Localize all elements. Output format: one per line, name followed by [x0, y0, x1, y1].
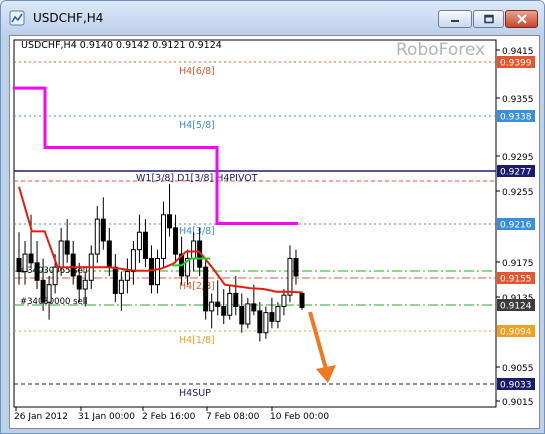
- time-tick-10-feb: 10 Feb 00:00: [270, 412, 329, 422]
- svg-text:0.9094: 0.9094: [500, 328, 532, 338]
- candle: [34, 240, 40, 290]
- chart-area[interactable]: USDCHF,H4 0.9140 0.9142 0.9121 0.9124 Ro…: [9, 35, 540, 429]
- symbol-ohlc-line: USDCHF,H4 0.9140 0.9142 0.9121 0.9124: [21, 40, 222, 51]
- price-tag-0-9124: 0.9124: [497, 299, 535, 312]
- candle: [161, 201, 167, 268]
- candle: [299, 291, 305, 311]
- candle: [239, 293, 245, 333]
- close-button[interactable]: [505, 10, 538, 28]
- candle: [64, 219, 70, 263]
- candle: [154, 249, 160, 294]
- candle: [46, 275, 52, 320]
- candle: [227, 284, 233, 320]
- candle: [142, 219, 148, 268]
- level-label-h4-2-8: H4[2/8]: [179, 281, 215, 292]
- watermark-text: RoboForex: [396, 40, 485, 60]
- price-tag-0-9399: 0.9399: [497, 56, 535, 69]
- price-tag-0-9094: 0.9094: [497, 325, 535, 338]
- candle: [293, 249, 299, 285]
- svg-text:0.9338: 0.9338: [500, 113, 532, 123]
- price-tick-0-9015: 0.9015: [502, 398, 534, 408]
- level-label-h4-1-8: H4[1/8]: [179, 335, 215, 346]
- price-tag-0-9216: 0.9216: [497, 218, 535, 231]
- price-tick-0-9175: 0.9175: [502, 259, 534, 269]
- candle: [263, 306, 269, 339]
- price-tick-0-9295: 0.9295: [502, 153, 534, 163]
- minimize-button[interactable]: [438, 10, 472, 28]
- candle: [269, 297, 275, 329]
- candle: [281, 289, 287, 316]
- price-tick-0-9415: 0.9415: [502, 47, 534, 57]
- chart-app-icon: [9, 10, 25, 26]
- candle: [112, 254, 118, 303]
- svg-text:0.9277: 0.9277: [500, 168, 532, 178]
- level-label-h4-5-8: H4[5/8]: [179, 120, 215, 131]
- candle: [136, 214, 142, 263]
- candle: [233, 275, 239, 316]
- svg-text:0.9399: 0.9399: [500, 59, 532, 69]
- price-tick-0-9055: 0.9055: [502, 364, 534, 374]
- candle: [215, 280, 221, 316]
- price-tag-0-9338: 0.9338: [497, 110, 535, 123]
- price-tag-0-9155: 0.9155: [497, 272, 535, 285]
- candle: [257, 302, 263, 342]
- candle: [94, 206, 100, 263]
- title-bar[interactable]: USDCHF,H4: [1, 1, 544, 35]
- candle: [203, 258, 209, 320]
- time-axis: 26 Jan 2012 31 Jan 00:00 2 Feb 16:00 7 F…: [14, 407, 329, 422]
- candle: [179, 236, 185, 285]
- chart-window: USDCHF,H4 USDCHF,H4 0.9140 0.9142 0.9121…: [0, 0, 545, 434]
- candle: [209, 293, 215, 329]
- svg-text:0.9216: 0.9216: [500, 221, 532, 231]
- time-tick-2-feb: 2 Feb 16:00: [142, 412, 196, 422]
- candle: [245, 297, 251, 329]
- close-icon: [516, 14, 527, 24]
- svg-text:0.9033: 0.9033: [500, 381, 532, 391]
- order-label-2: #34030000 sell: [20, 297, 87, 307]
- svg-text:0.9124: 0.9124: [500, 302, 532, 312]
- minimize-icon: [451, 20, 459, 22]
- svg-text:0.9155: 0.9155: [500, 275, 532, 285]
- candle: [275, 302, 281, 329]
- price-tag-0-9277: 0.9277: [497, 165, 535, 178]
- level-label-h4-3-8: H4[3/8]: [179, 226, 215, 237]
- candle: [221, 289, 227, 324]
- price-tick-0-9255: 0.9255: [502, 188, 534, 198]
- level-label-h4sup: H4SUP: [179, 388, 211, 399]
- candles-group: [16, 184, 305, 342]
- time-tick-31-jan: 31 Jan 00:00: [78, 412, 135, 422]
- window-title: USDCHF,H4: [33, 11, 104, 25]
- down-arrow-icon: [308, 311, 336, 383]
- candle: [173, 214, 179, 263]
- restore-icon: [483, 14, 494, 24]
- magenta-level-line: [13, 86, 298, 225]
- time-tick-26-jan: 26 Jan 2012: [14, 412, 68, 422]
- candle: [287, 245, 293, 303]
- candle: [124, 258, 130, 294]
- level-label-pivot: W1[3/8] D1[3/8] H4PIVOT: [136, 173, 258, 184]
- maximize-button[interactable]: [473, 10, 504, 28]
- candle: [100, 197, 106, 250]
- candle: [16, 232, 22, 285]
- price-tick-0-9355: 0.9355: [502, 95, 534, 105]
- time-tick-7-feb: 7 Feb 08:00: [206, 412, 260, 422]
- candle: [106, 227, 112, 276]
- price-tag-0-9033: 0.9033: [497, 378, 535, 391]
- candle: [185, 249, 191, 285]
- candle: [167, 184, 173, 237]
- level-label-h4-6-8: H4[6/8]: [179, 66, 215, 77]
- price-chart[interactable]: USDCHF,H4 0.9140 0.9142 0.9121 0.9124 Ro…: [10, 36, 539, 428]
